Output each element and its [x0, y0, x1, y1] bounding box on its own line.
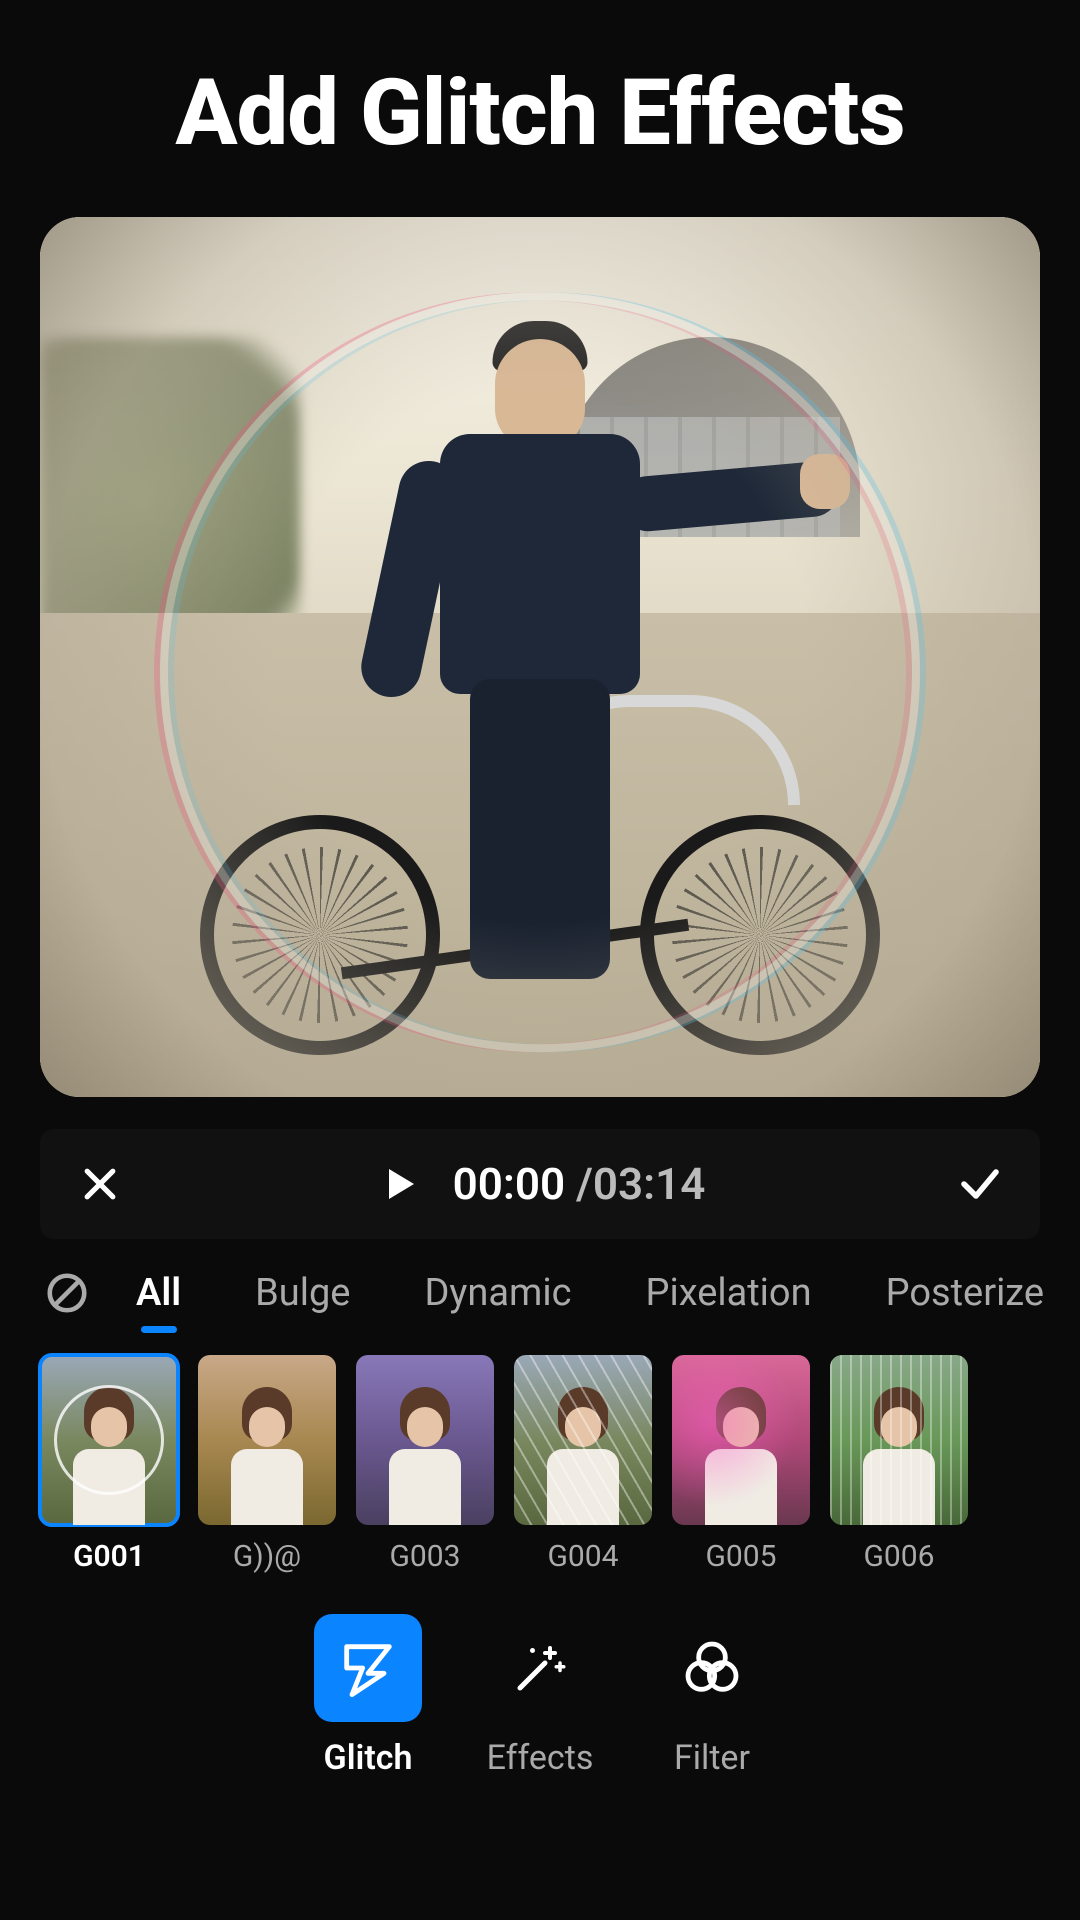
time-separator: / — [565, 1158, 593, 1210]
glitch-icon — [314, 1614, 422, 1722]
no-effect-button[interactable] — [44, 1267, 90, 1319]
effect-thumb-image — [672, 1355, 810, 1525]
page-title: Add Glitch Effects — [40, 60, 1040, 167]
glitch-overlay-ring — [160, 292, 920, 1052]
effect-thumb-g004[interactable]: G004 — [514, 1355, 652, 1574]
category-tab-dynamic[interactable]: Dynamic — [416, 1261, 579, 1325]
tool-label: Filter — [674, 1738, 750, 1778]
effect-thumb-g003[interactable]: G003 — [356, 1355, 494, 1574]
effect-thumb-label: G))@ — [233, 1539, 301, 1574]
effect-thumb-g))@[interactable]: G))@ — [198, 1355, 336, 1574]
effect-thumb-image — [830, 1355, 968, 1525]
close-icon — [78, 1162, 122, 1206]
thumb-person — [389, 1387, 461, 1525]
effect-thumb-label: G005 — [705, 1539, 776, 1574]
category-tab-posterize[interactable]: Posterize — [878, 1261, 1052, 1325]
confirm-button[interactable] — [956, 1160, 1004, 1208]
effect-thumb-image — [198, 1355, 336, 1525]
playback-bar: 00:00 /03:14 — [40, 1129, 1040, 1239]
category-tab-all[interactable]: All — [128, 1261, 189, 1325]
effect-thumb-g005[interactable]: G005 — [672, 1355, 810, 1574]
effect-thumb-label: G003 — [389, 1539, 460, 1574]
effect-thumb-label: G001 — [73, 1539, 145, 1574]
video-preview[interactable] — [40, 217, 1040, 1097]
current-time: 00:00 — [453, 1158, 566, 1210]
cancel-button[interactable] — [76, 1160, 124, 1208]
total-time: 03:14 — [593, 1158, 706, 1210]
thumb-person — [231, 1387, 303, 1525]
tool-label: Glitch — [324, 1738, 413, 1778]
effect-thumb-g001[interactable]: G001 — [40, 1355, 178, 1574]
effect-thumb-g006[interactable]: G006 — [830, 1355, 968, 1574]
effect-thumbnails: G001 G))@ G003 G004 G005 G006 — [40, 1355, 1040, 1574]
none-icon — [44, 1270, 90, 1316]
effect-thumb-image — [514, 1355, 652, 1525]
effect-thumb-image — [40, 1355, 178, 1525]
effect-thumb-image — [356, 1355, 494, 1525]
bottom-tools: Glitch Effects Filter — [40, 1614, 1040, 1778]
check-icon — [956, 1158, 1004, 1210]
tool-glitch[interactable]: Glitch — [314, 1614, 422, 1778]
category-tab-pixelation[interactable]: Pixelation — [638, 1261, 820, 1325]
overlap-circles-icon — [658, 1614, 766, 1722]
effect-thumb-label: G004 — [547, 1539, 618, 1574]
play-icon — [379, 1164, 419, 1204]
tool-effects[interactable]: Effects — [486, 1614, 594, 1778]
sparkle-wand-icon — [486, 1614, 594, 1722]
category-row: AllBulgeDynamicPixelationPosterize — [40, 1261, 1040, 1325]
effect-thumb-label: G006 — [863, 1539, 934, 1574]
tool-label: Effects — [487, 1738, 594, 1778]
time-display: 00:00 /03:14 — [453, 1158, 706, 1210]
tool-filter[interactable]: Filter — [658, 1614, 766, 1778]
play-button[interactable] — [375, 1160, 423, 1208]
category-tab-bulge[interactable]: Bulge — [247, 1261, 358, 1325]
